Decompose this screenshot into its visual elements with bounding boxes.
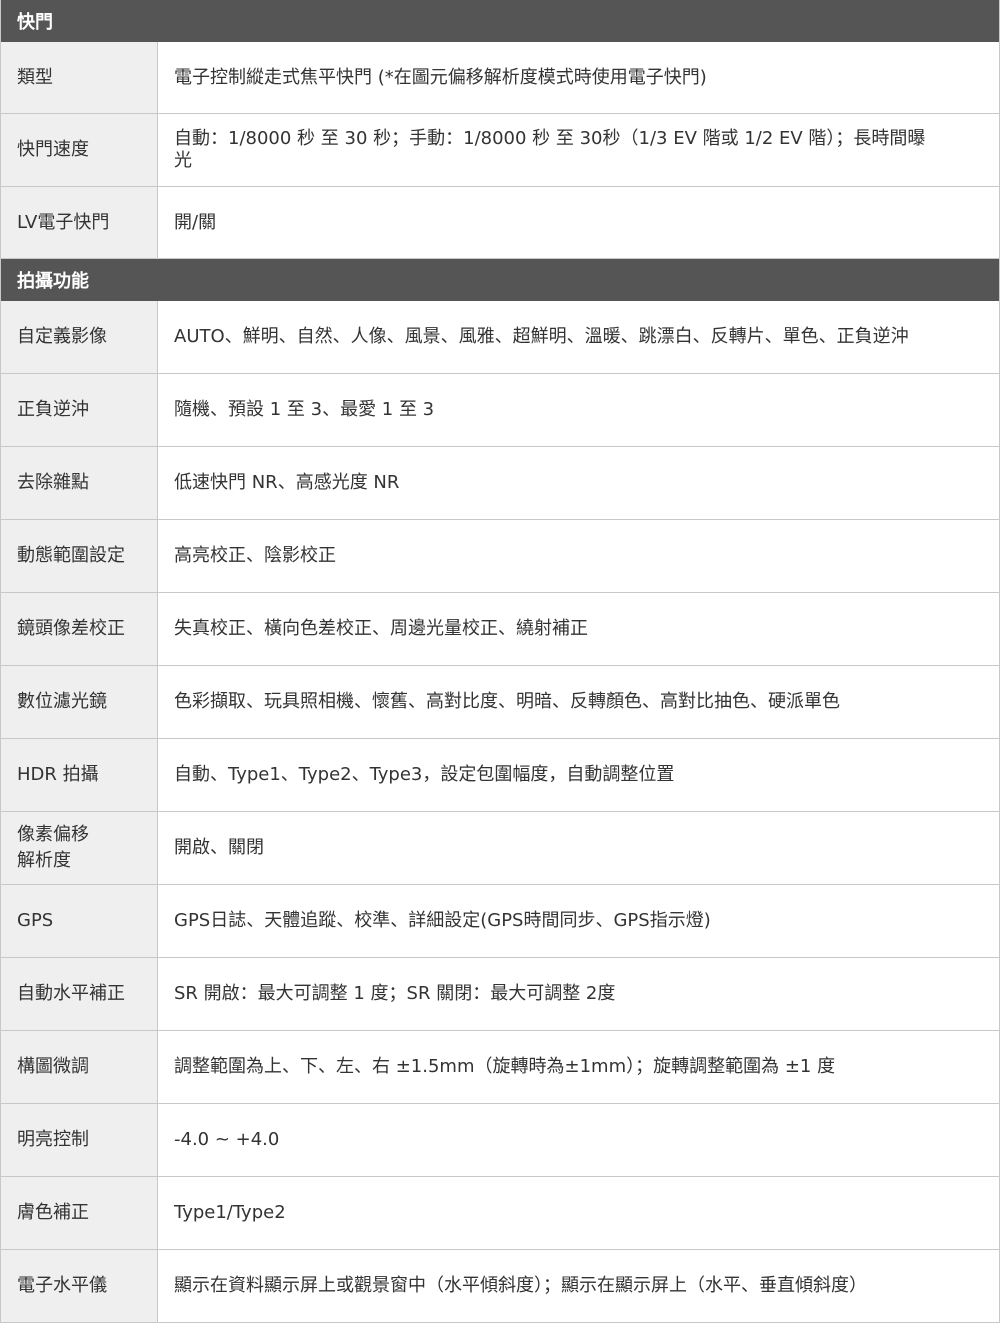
spec-row: HDR 拍攝 自動、Type1、Type2、Type3，設定包圍幅度，自動調整位… [1, 739, 999, 812]
spec-row: 明亮控制 -4.0 ~ +4.0 [1, 1104, 999, 1177]
spec-value: 自動、Type1、Type2、Type3，設定包圍幅度，自動調整位置 [174, 764, 675, 785]
spec-row: GPS GPS日誌、天體追蹤、校準、詳細設定(GPS時間同步、GPS指示燈) [1, 885, 999, 958]
spec-value: 低速快門 NR、高感光度 NR [174, 472, 400, 493]
spec-value: 色彩擷取、玩具照相機、懷舊、高對比度、明暗、反轉顏色、高對比抽色、硬派單色 [174, 691, 840, 712]
spec-value: 調整範圍為上、下、左、右 ±1.5mm（旋轉時為±1mm）；旋轉調整範圍為 ±1… [174, 1056, 836, 1077]
section-title: 拍攝功能 [17, 271, 89, 292]
spec-label: GPS [1, 885, 158, 957]
spec-value: GPS日誌、天體追蹤、校準、詳細設定(GPS時間同步、GPS指示燈) [174, 910, 711, 931]
spec-value: 顯示在資料顯示屏上或觀景窗中（水平傾斜度）；顯示在顯示屏上（水平、垂直傾斜度） [174, 1275, 867, 1296]
spec-row: 構圖微調 調整範圍為上、下、左、右 ±1.5mm（旋轉時為±1mm）；旋轉調整範… [1, 1031, 999, 1104]
spec-row: 自定義影像 AUTO、鮮明、自然、人像、風景、風雅、超鮮明、溫暖、跳漂白、反轉片… [1, 301, 999, 374]
spec-value: 開/關 [174, 211, 217, 233]
spec-value: 自動：1/8000 秒 至 30 秒；手動：1/8000 秒 至 30秒（1/3… [174, 128, 926, 171]
spec-value: 隨機、預設 1 至 3、最愛 1 至 3 [174, 399, 435, 420]
spec-value: AUTO、鮮明、自然、人像、風景、風雅、超鮮明、溫暖、跳漂白、反轉片、單色、正負… [174, 326, 909, 347]
spec-row: 數位濾光鏡 色彩擷取、玩具照相機、懷舊、高對比度、明暗、反轉顏色、高對比抽色、硬… [1, 666, 999, 739]
spec-label: 明亮控制 [1, 1104, 158, 1176]
spec-value: -4.0 ~ +4.0 [174, 1129, 280, 1150]
spec-value: SR 開啟：最大可調整 1 度；SR 關閉：最大可調整 2度 [174, 983, 616, 1004]
spec-label: 數位濾光鏡 [1, 666, 158, 738]
spec-row: 快門速度 自動：1/8000 秒 至 30 秒；手動：1/8000 秒 至 30… [1, 114, 999, 187]
spec-row: 自動水平補正 SR 開啟：最大可調整 1 度；SR 關閉：最大可調整 2度 [1, 958, 999, 1031]
spec-label: 正負逆沖 [1, 374, 158, 446]
spec-value: 失真校正、橫向色差校正、周邊光量校正、繞射補正 [174, 618, 588, 639]
spec-label: 膚色補正 [1, 1177, 158, 1249]
spec-label: LV電子快門 [1, 187, 158, 258]
spec-row: 去除雜點 低速快門 NR、高感光度 NR [1, 447, 999, 520]
spec-label: HDR 拍攝 [1, 739, 158, 811]
spec-label: 構圖微調 [1, 1031, 158, 1103]
spec-row: 像素偏移 解析度 開啟、關閉 [1, 812, 999, 885]
spec-value: 電子控制縱走式焦平快門 (*在圖元偏移解析度模式時使用電子快門) [174, 66, 707, 88]
spec-row: LV電子快門 開/關 [1, 187, 999, 259]
spec-row: 膚色補正 Type1/Type2 [1, 1177, 999, 1250]
spec-label: 自定義影像 [1, 301, 158, 373]
spec-label: 去除雜點 [1, 447, 158, 519]
spec-label: 像素偏移 解析度 [1, 812, 158, 884]
section-header-shooting-functions: 拍攝功能 [1, 259, 999, 301]
spec-value: Type1/Type2 [174, 1202, 286, 1223]
spec-label: 電子水平儀 [1, 1250, 158, 1322]
spec-value: 開啟、關閉 [174, 837, 264, 858]
spec-label: 鏡頭像差校正 [1, 593, 158, 665]
spec-label: 快門速度 [1, 114, 158, 186]
section-header-shutter: 快門 [1, 0, 999, 42]
spec-value: 高亮校正、陰影校正 [174, 545, 336, 566]
section-title: 快門 [17, 12, 53, 33]
spec-row: 類型 電子控制縱走式焦平快門 (*在圖元偏移解析度模式時使用電子快門) [1, 42, 999, 114]
spec-row: 電子水平儀 顯示在資料顯示屏上或觀景窗中（水平傾斜度）；顯示在顯示屏上（水平、垂… [1, 1250, 999, 1323]
spec-table: 快門 類型 電子控制縱走式焦平快門 (*在圖元偏移解析度模式時使用電子快門) 快… [0, 0, 1000, 1323]
spec-label: 類型 [1, 42, 158, 113]
spec-row: 動態範圍設定 高亮校正、陰影校正 [1, 520, 999, 593]
spec-label: 自動水平補正 [1, 958, 158, 1030]
spec-row: 正負逆沖 隨機、預設 1 至 3、最愛 1 至 3 [1, 374, 999, 447]
spec-label: 動態範圍設定 [1, 520, 158, 592]
spec-row: 鏡頭像差校正 失真校正、橫向色差校正、周邊光量校正、繞射補正 [1, 593, 999, 666]
